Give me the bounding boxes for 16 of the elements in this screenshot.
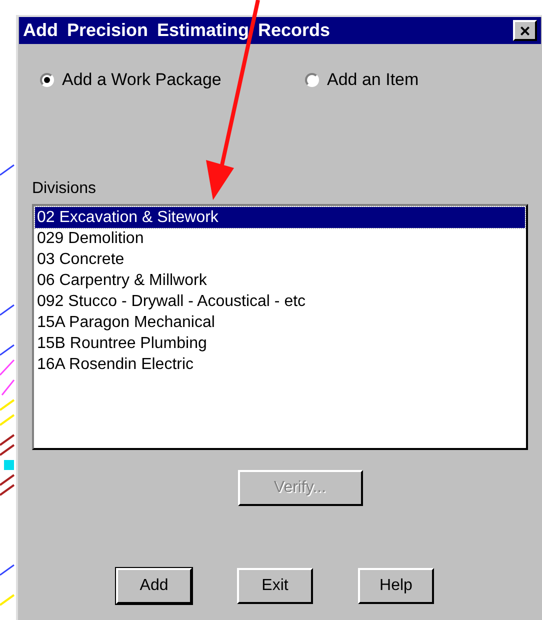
list-item[interactable]: 06 Carpentry & Millwork [35,270,525,291]
radio-label[interactable]: Add an Item [327,66,419,92]
close-button[interactable]: × [513,20,537,41]
list-item[interactable]: 092 Stucco - Drywall - Acoustical - etc [35,291,525,312]
dialog-button[interactable]: Help [358,568,434,604]
dialog-button[interactable]: Add [116,568,192,604]
list-item[interactable]: 03 Concrete [35,249,525,270]
list-item[interactable]: 029 Demolition [35,228,525,249]
window-title: Add Precision Estimating Records [23,19,330,42]
divisions-label: Divisions [32,179,96,199]
list-item[interactable]: 02 Excavation & Sitework [35,207,525,228]
list-item[interactable]: 16A Rosendin Electric [35,354,525,375]
radio-label[interactable]: Add a Work Package [62,66,222,92]
list-item[interactable]: 15B Rountree Plumbing [35,333,525,354]
dialog-button[interactable]: Exit [237,568,313,604]
list-item[interactable]: 15A Paragon Mechanical [35,312,525,333]
